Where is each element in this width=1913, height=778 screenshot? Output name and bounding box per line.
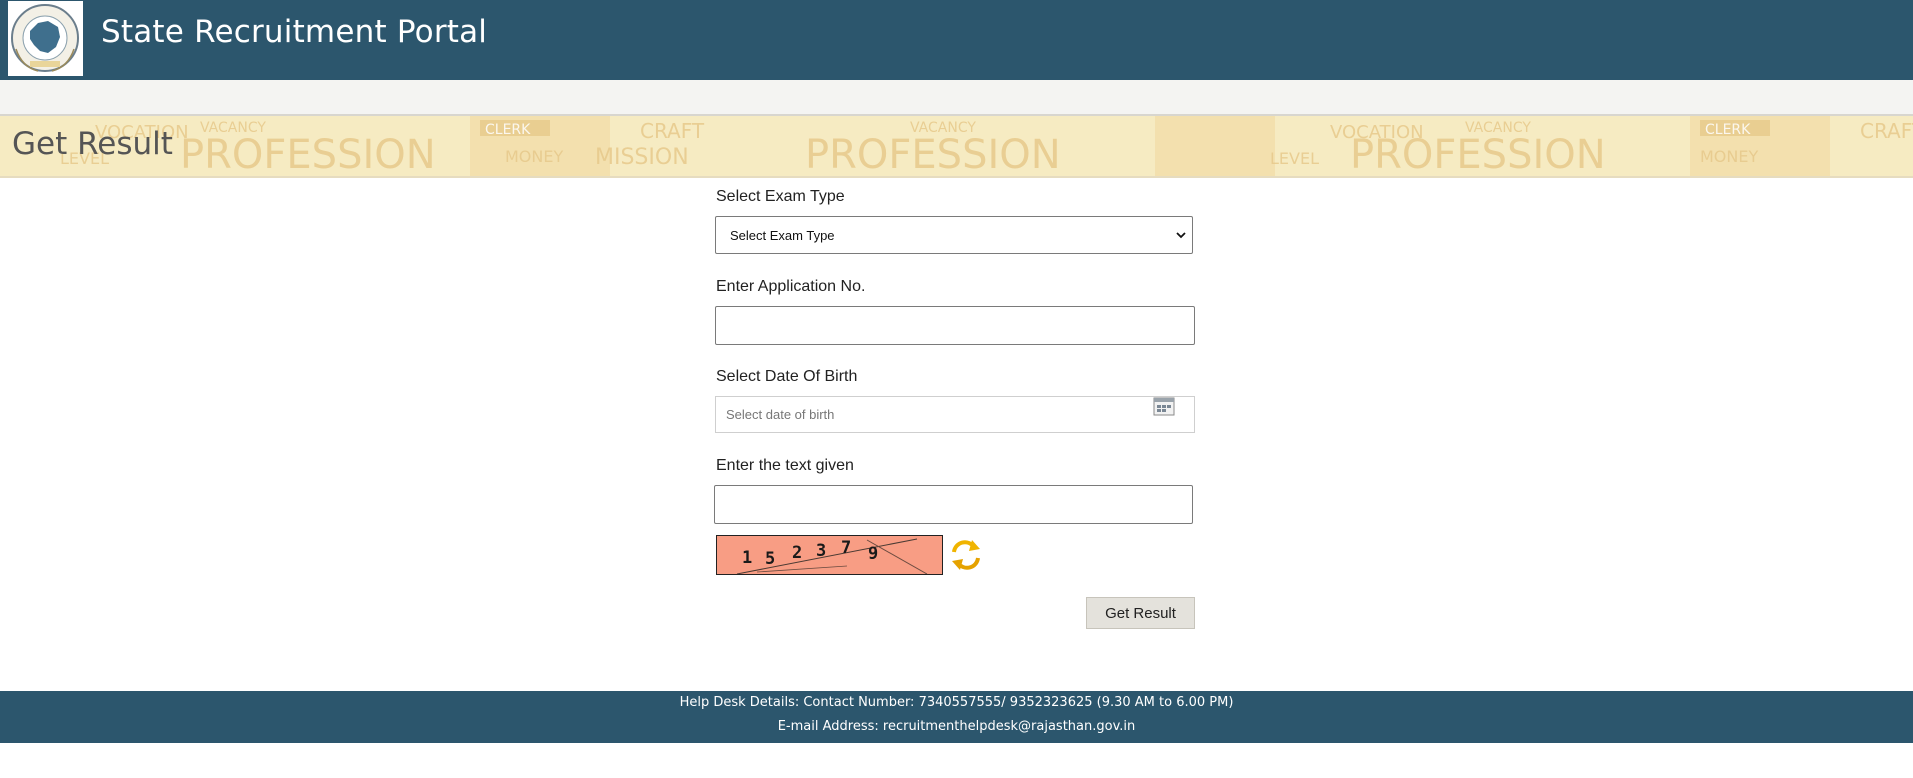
svg-text:CLERK: CLERK	[485, 122, 531, 138]
svg-text:MONEY: MONEY	[1700, 147, 1758, 166]
svg-text:CLERK: CLERK	[1705, 122, 1751, 138]
dob-label: Select Date Of Birth	[716, 368, 858, 385]
application-no-input[interactable]	[715, 306, 1195, 345]
get-result-button[interactable]: Get Result	[1086, 597, 1195, 629]
helpdesk-details: Help Desk Details: Contact Number: 73405…	[679, 695, 1234, 710]
svg-text:MISSION: MISSION	[595, 145, 689, 170]
captcha-text-label: Enter the text given	[716, 457, 854, 474]
chevron-down-icon	[1176, 232, 1186, 239]
svg-text:VACANCY: VACANCY	[1465, 120, 1531, 136]
svg-text:CRAFT: CRAFT	[1860, 119, 1913, 143]
site-logo[interactable]	[8, 1, 83, 76]
nav-bar	[0, 80, 1913, 116]
svg-text:VOCATION: VOCATION	[1330, 122, 1424, 143]
captcha-digit: 5	[765, 549, 776, 569]
dob-field	[715, 396, 1195, 433]
refresh-icon[interactable]	[950, 538, 982, 572]
calendar-icon[interactable]	[1153, 396, 1175, 416]
svg-text:CRAFT: CRAFT	[640, 119, 705, 143]
exam-type-selected: Select Exam Type	[730, 228, 835, 243]
captcha-digit: 3	[816, 541, 827, 561]
helpdesk-email: E-mail Address: recruitmenthelpdesk@raja…	[777, 719, 1136, 734]
svg-text:PROFESSION: PROFESSION	[180, 132, 436, 176]
exam-type-label: Select Exam Type	[716, 188, 845, 205]
page-title: Get Result	[12, 126, 173, 162]
captcha-digit: 7	[841, 538, 852, 558]
exam-type-select[interactable]: Select Exam Type	[715, 216, 1193, 254]
banner-background: PROFESSION PROFESSION PROFESSION VOCATIO…	[0, 116, 1913, 176]
captcha-text-input[interactable]	[714, 485, 1193, 524]
dob-input[interactable]	[715, 396, 1195, 433]
site-header: State Recruitment Portal	[0, 0, 1913, 80]
captcha-digit: 9	[868, 544, 879, 564]
site-footer: Help Desk Details: Contact Number: 73405…	[0, 691, 1913, 743]
emblem-icon	[11, 4, 79, 72]
captcha-image: 1 5 2 3 7 9	[716, 535, 943, 575]
page-banner: PROFESSION PROFESSION PROFESSION VOCATIO…	[0, 116, 1913, 178]
svg-text:PROFESSION: PROFESSION	[805, 132, 1061, 176]
site-title: State Recruitment Portal	[101, 14, 488, 50]
svg-text:MONEY: MONEY	[505, 147, 563, 166]
captcha-digit: 1	[742, 548, 753, 568]
captcha-digit: 2	[792, 543, 803, 563]
application-no-label: Enter Application No.	[716, 278, 866, 295]
svg-text:LEVEL: LEVEL	[1270, 149, 1319, 168]
svg-text:VACANCY: VACANCY	[200, 120, 266, 136]
svg-text:VACANCY: VACANCY	[910, 120, 976, 136]
